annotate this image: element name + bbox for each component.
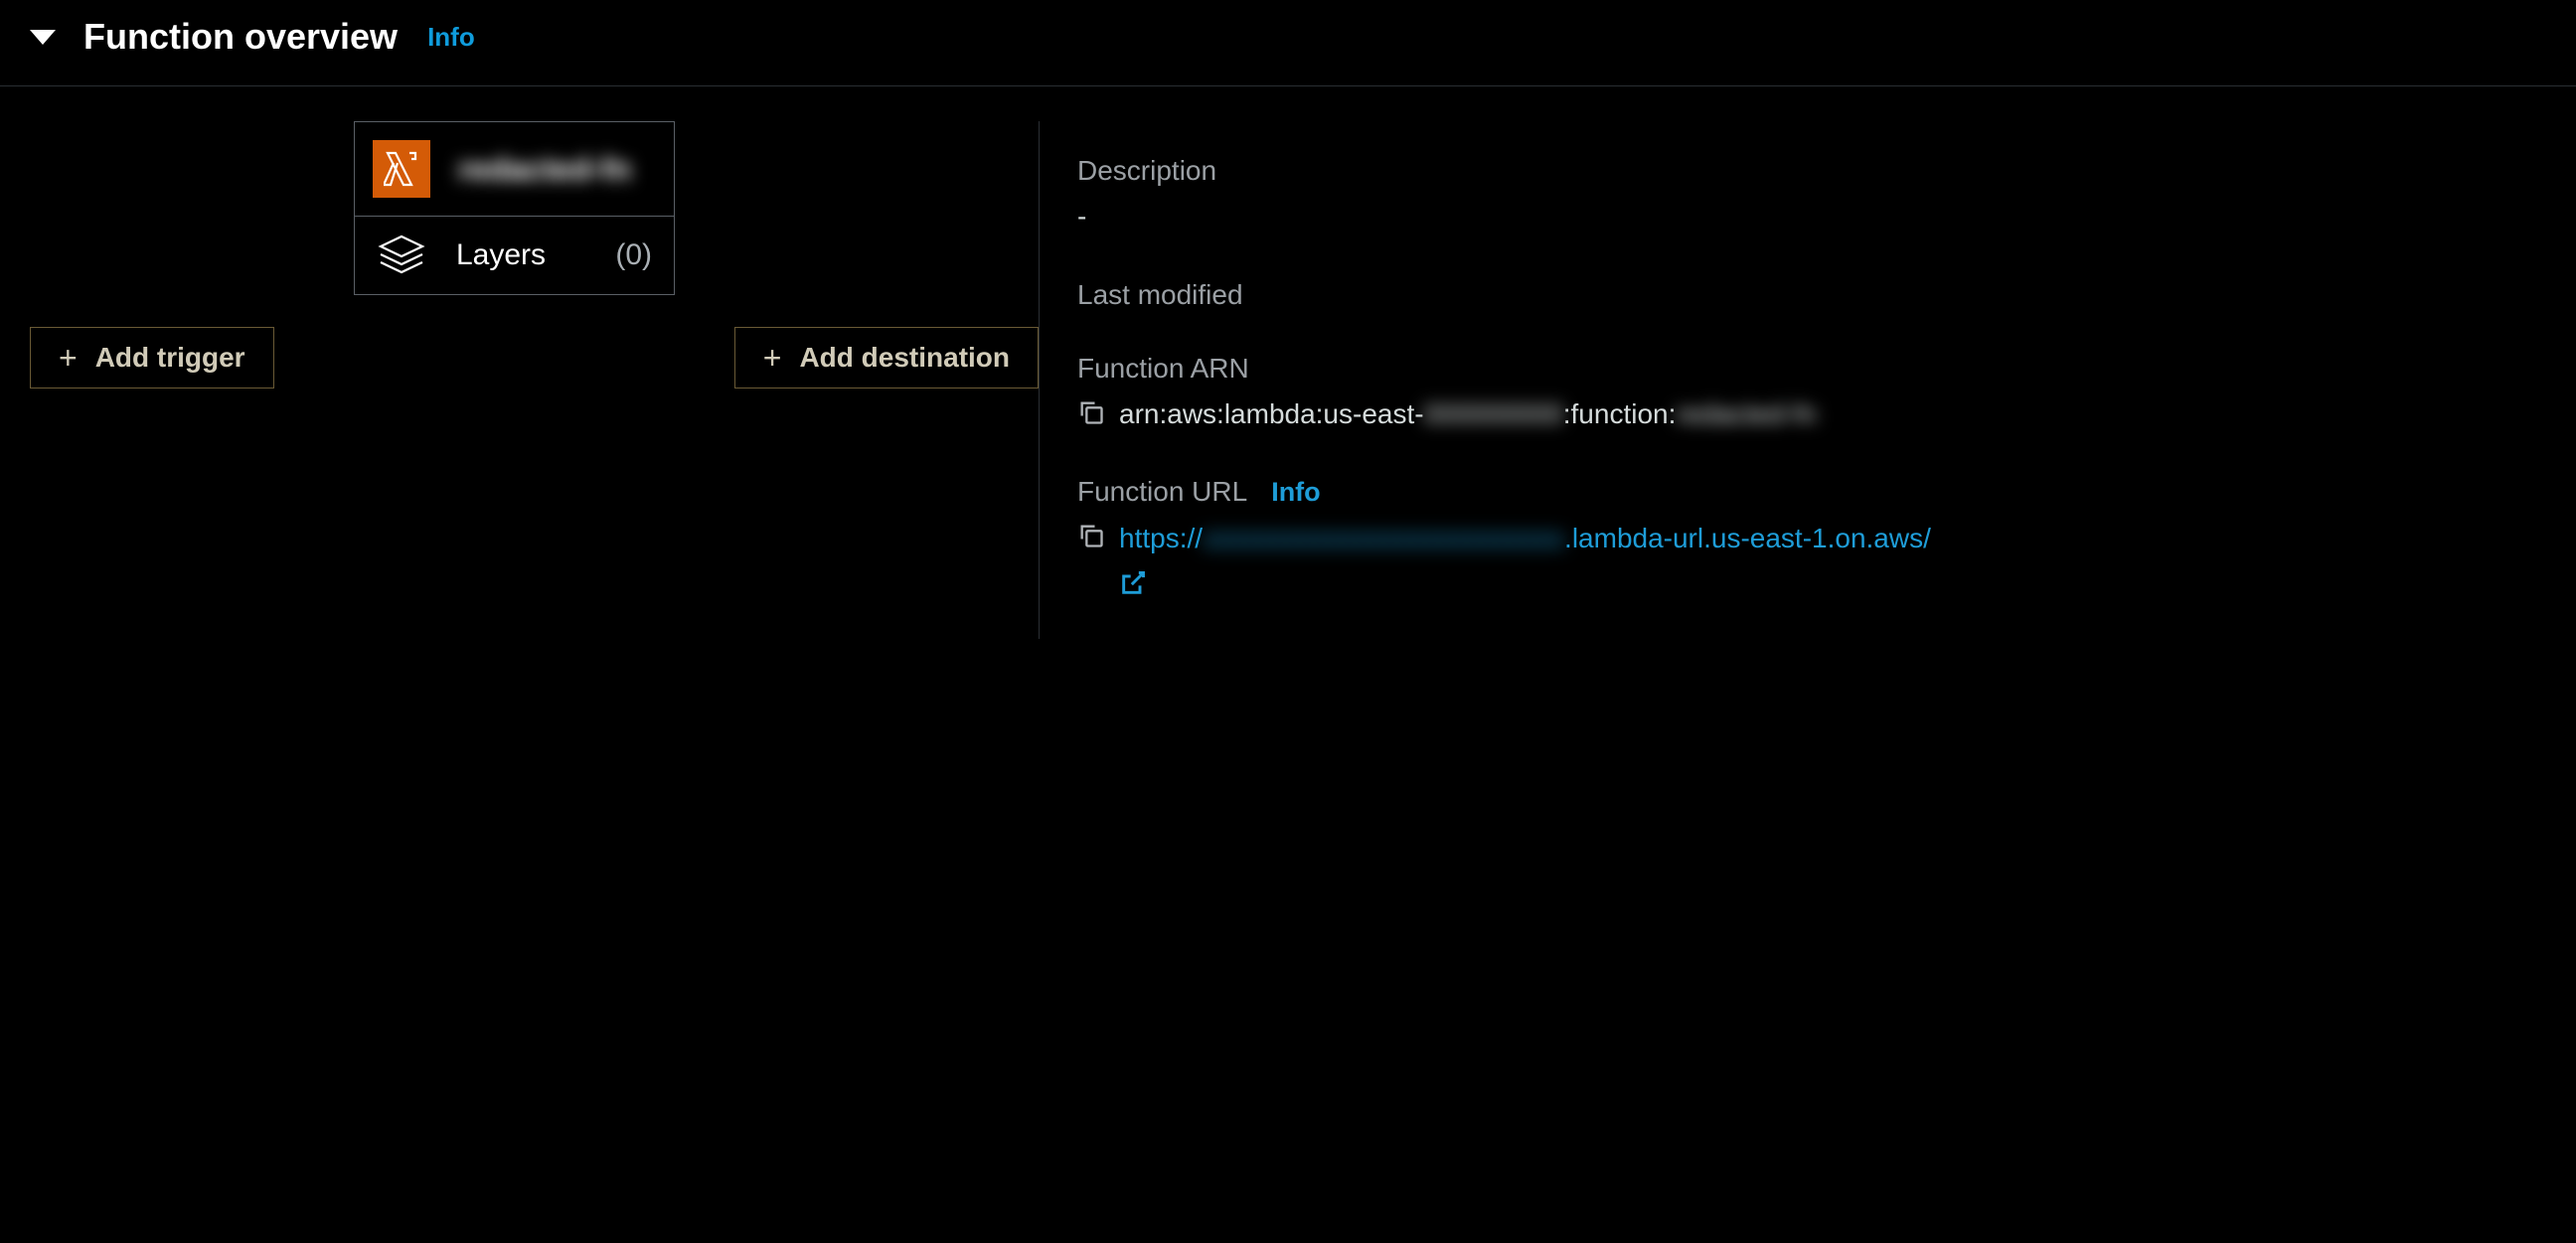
- add-destination-label: Add destination: [799, 342, 1010, 374]
- function-url-info-link[interactable]: Info: [1271, 477, 1320, 508]
- copy-icon[interactable]: [1077, 522, 1105, 549]
- function-arn-field: Function ARN arn:aws:lambda:us-east-0000…: [1077, 353, 2546, 435]
- add-trigger-label: Add trigger: [95, 342, 245, 374]
- function-arn-value-row: arn:aws:lambda:us-east-000000000:functio…: [1077, 394, 2546, 435]
- plus-icon: +: [763, 342, 782, 374]
- lambda-icon: [373, 140, 430, 198]
- function-url-label: Function URL: [1077, 476, 1247, 508]
- function-box: redacted-fn Layers (0): [354, 121, 675, 295]
- function-url-label-row: Function URL Info: [1077, 476, 2546, 508]
- description-field: Description -: [1077, 155, 2546, 237]
- plus-icon: +: [59, 342, 78, 374]
- description-label: Description: [1077, 155, 2546, 187]
- section-header: Function overview Info: [0, 0, 2576, 86]
- main-content: redacted-fn Layers (0) +: [0, 86, 2576, 639]
- external-link-icon[interactable]: [1119, 569, 1147, 597]
- section-title: Function overview: [83, 16, 398, 58]
- layers-label: Layers: [456, 238, 615, 272]
- layers-row[interactable]: Layers (0): [355, 217, 674, 294]
- function-url-value[interactable]: https://xxxxxxxxxxxxxxxxxxxxxxxxxx.lambd…: [1119, 518, 1931, 597]
- function-name: redacted-fn: [458, 151, 631, 188]
- last-modified-field: Last modified: [1077, 279, 2546, 311]
- buttons-row: + Add trigger + Add destination: [30, 327, 1039, 388]
- details-panel: Description - Last modified Function ARN…: [1039, 121, 2546, 639]
- info-link[interactable]: Info: [427, 22, 475, 53]
- add-destination-button[interactable]: + Add destination: [734, 327, 1039, 388]
- function-arn-label: Function ARN: [1077, 353, 2546, 385]
- last-modified-label: Last modified: [1077, 279, 2546, 311]
- layers-count: (0): [615, 238, 652, 272]
- description-value: -: [1077, 197, 2546, 237]
- layers-icon: [377, 234, 426, 276]
- function-url-field: Function URL Info https://xxxxxxxxxxxxxx…: [1077, 476, 2546, 597]
- add-trigger-button[interactable]: + Add trigger: [30, 327, 274, 388]
- function-url-value-row: https://xxxxxxxxxxxxxxxxxxxxxxxxxx.lambd…: [1077, 518, 2546, 597]
- function-name-row[interactable]: redacted-fn: [355, 122, 674, 217]
- collapse-caret-icon[interactable]: [30, 30, 56, 45]
- diagram-panel: redacted-fn Layers (0) +: [30, 121, 1039, 639]
- copy-icon[interactable]: [1077, 398, 1105, 426]
- function-diagram: redacted-fn Layers (0): [354, 121, 675, 295]
- function-arn-value: arn:aws:lambda:us-east-000000000:functio…: [1119, 394, 1817, 435]
